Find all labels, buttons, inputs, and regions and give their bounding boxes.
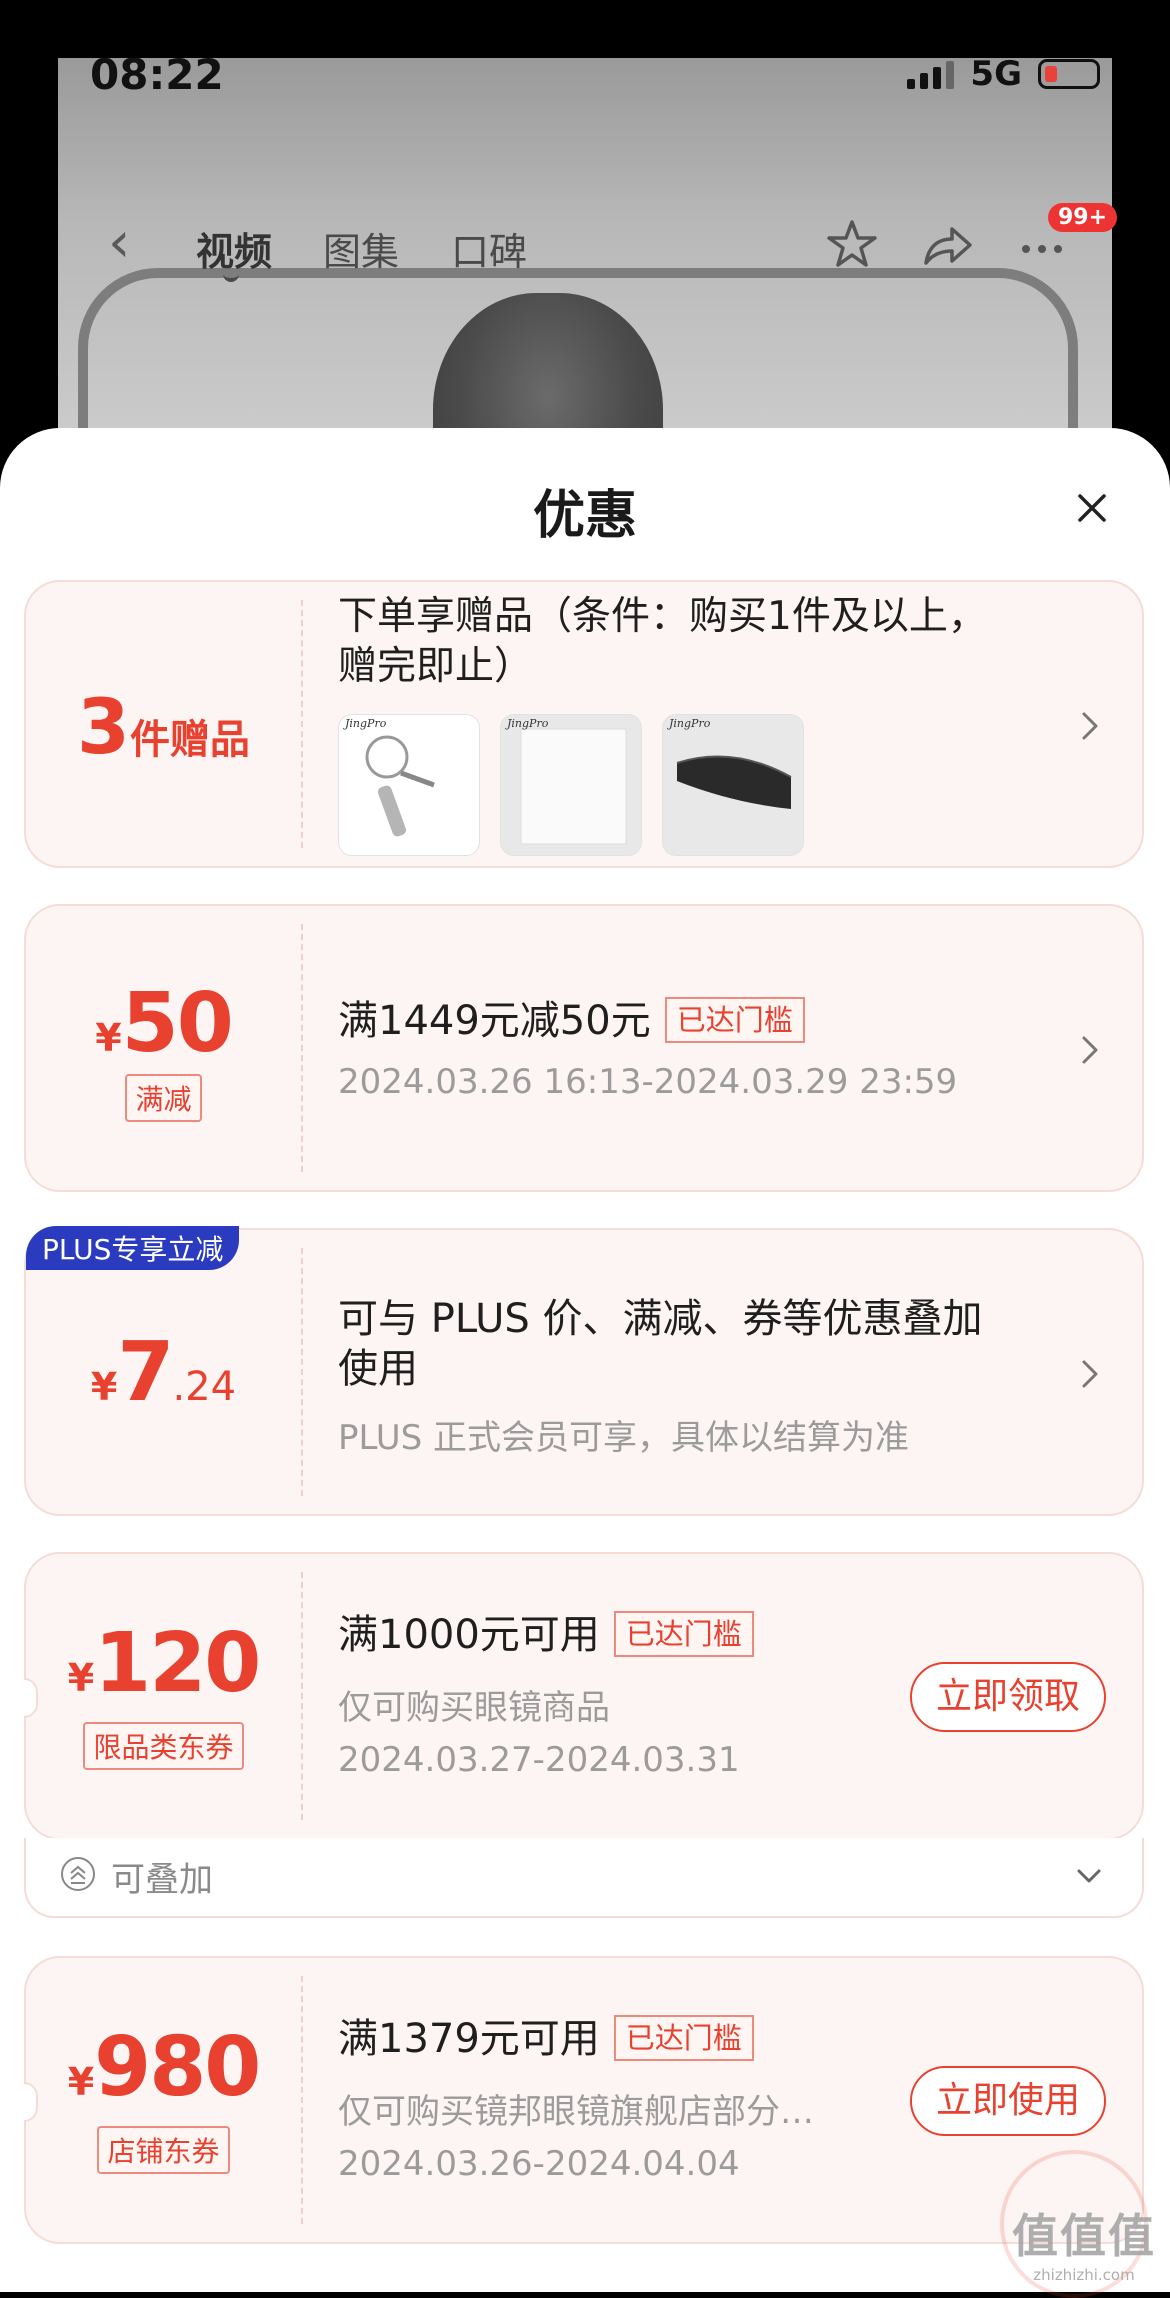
- threshold-reached-badge: 已达门槛: [664, 997, 805, 1043]
- plus-description: 可与 PLUS 价、满减、券等优惠叠加 使用: [338, 1296, 983, 1392]
- stackable-label: 可叠加: [111, 1860, 213, 1900]
- site-watermark: 值值值 zhizhizhi.com: [1012, 2200, 1156, 2284]
- screwdriver-keychain-icon: [365, 735, 435, 837]
- favorite-star-icon[interactable]: [824, 217, 880, 273]
- share-icon[interactable]: [920, 217, 976, 273]
- gift-count-suffix: 件赠品: [129, 717, 250, 763]
- coupon-amount: ¥980: [67, 2020, 262, 2115]
- threshold-reached-badge: 已达门槛: [613, 1611, 754, 1657]
- reduction-amount: ¥50: [95, 976, 234, 1071]
- category-coupon-card[interactable]: ¥120 限品类东券 满1000元可用 已达门槛 仅可购买眼镜商品 2024.03…: [24, 1552, 1144, 1840]
- sheet-title: 优惠: [532, 486, 637, 546]
- tab-reviews[interactable]: 口碑: [451, 221, 527, 276]
- plus-exclusive-badge: PLUS专享立减: [26, 1226, 240, 1270]
- gift-thumb-screwdriver[interactable]: JingPro: [338, 714, 480, 856]
- tab-video[interactable]: 视频: [196, 221, 272, 276]
- card-divider: [301, 924, 303, 1172]
- gift-count: 3件赠品: [26, 682, 301, 771]
- reduction-tag: 满减: [26, 1074, 301, 1122]
- coupon-scope: 仅可购买镜邦眼镜旗舰店部分…: [338, 2092, 814, 2132]
- coupon-title: 满1000元可用 已达门槛: [338, 1610, 754, 1660]
- claim-now-button[interactable]: 立即领取: [910, 1662, 1106, 1732]
- chevron-right-icon[interactable]: [1078, 706, 1104, 746]
- coupon-period: 2024.03.27-2024.03.31: [338, 1740, 740, 1780]
- plus-discount-card[interactable]: PLUS专享立减 ¥7.24 可与 PLUS 价、满减、券等优惠叠加 使用 PL…: [24, 1226, 1144, 1516]
- gift-title-line2: 赠完即止）: [338, 644, 534, 689]
- status-time: 08:22: [90, 50, 224, 99]
- watermark-logo: 值值值: [1012, 2209, 1156, 2263]
- card-divider: [301, 600, 303, 848]
- card-divider: [301, 1248, 303, 1496]
- plus-note: PLUS 正式会员可享，具体以结算为准: [338, 1418, 910, 1458]
- stack-icon: [61, 1857, 95, 1891]
- status-indicators: 5G: [907, 54, 1100, 94]
- coupon-title: 满1379元可用 已达门槛: [338, 2014, 754, 2064]
- reduction-period: 2024.03.26 16:13-2024.03.29 23:59: [338, 1062, 958, 1102]
- plus-amount: ¥7.24: [90, 1325, 237, 1420]
- use-now-button[interactable]: 立即使用: [910, 2066, 1106, 2136]
- coupon-period: 2024.03.26-2024.04.04: [338, 2144, 740, 2184]
- gift-title: 下单享赠品（条件：购买1件及以上， 赠完即止）: [338, 592, 987, 692]
- product-nav-bar: ‹ 视频 图集 口碑 99+: [58, 203, 1118, 285]
- cleaning-cloth-icon: [520, 728, 627, 845]
- coupon-scope: 仅可购买眼镜商品: [338, 1688, 610, 1728]
- card-divider: [301, 1572, 303, 1820]
- close-icon[interactable]: [1072, 488, 1112, 528]
- chevron-right-icon[interactable]: [1078, 1030, 1104, 1070]
- coupon-amount: ¥120: [67, 1616, 262, 1711]
- tab-gallery[interactable]: 图集: [323, 221, 399, 276]
- coupon-type-tag: 店铺东券: [26, 2126, 301, 2174]
- card-divider: [301, 1976, 303, 2224]
- promotions-sheet: 优惠 3件赠品 下单享赠品（条件：购买1件及以上， 赠完即止） JingPro …: [0, 428, 1170, 2292]
- chevron-right-icon[interactable]: [1078, 1354, 1104, 1394]
- store-coupon-card[interactable]: ¥980 店铺东券 满1379元可用 已达门槛 仅可购买镜邦眼镜旗舰店部分… 20…: [24, 1956, 1144, 2244]
- gift-count-number: 3: [77, 682, 130, 771]
- watermark-url: zhizhizhi.com: [1033, 2266, 1135, 2284]
- glasses-case-icon: [676, 755, 792, 809]
- gift-title-line1: 下单享赠品（条件：购买1件及以上，: [338, 594, 987, 639]
- threshold-reached-badge: 已达门槛: [613, 2015, 754, 2061]
- back-icon[interactable]: ‹: [108, 215, 130, 271]
- chevron-down-icon[interactable]: [1074, 1866, 1104, 1886]
- full-reduction-card[interactable]: ¥50 满减 满1449元减50元 已达门槛 2024.03.26 16:13-2…: [24, 904, 1144, 1192]
- gift-card[interactable]: 3件赠品 下单享赠品（条件：购买1件及以上， 赠完即止） JingPro Jin…: [24, 580, 1144, 868]
- gift-thumb-case[interactable]: JingPro: [662, 714, 804, 856]
- reduction-title: 满1449元减50元 已达门槛: [338, 996, 805, 1046]
- message-badge: 99+: [1048, 203, 1118, 232]
- network-label: 5G: [970, 54, 1022, 94]
- gift-thumb-cloth[interactable]: JingPro: [500, 714, 642, 856]
- stackable-row[interactable]: 可叠加: [24, 1838, 1144, 1918]
- coupon-type-tag: 限品类东券: [26, 1722, 301, 1770]
- signal-icon: [907, 59, 955, 89]
- tab-indicator: [223, 273, 239, 282]
- battery-icon: [1038, 59, 1100, 89]
